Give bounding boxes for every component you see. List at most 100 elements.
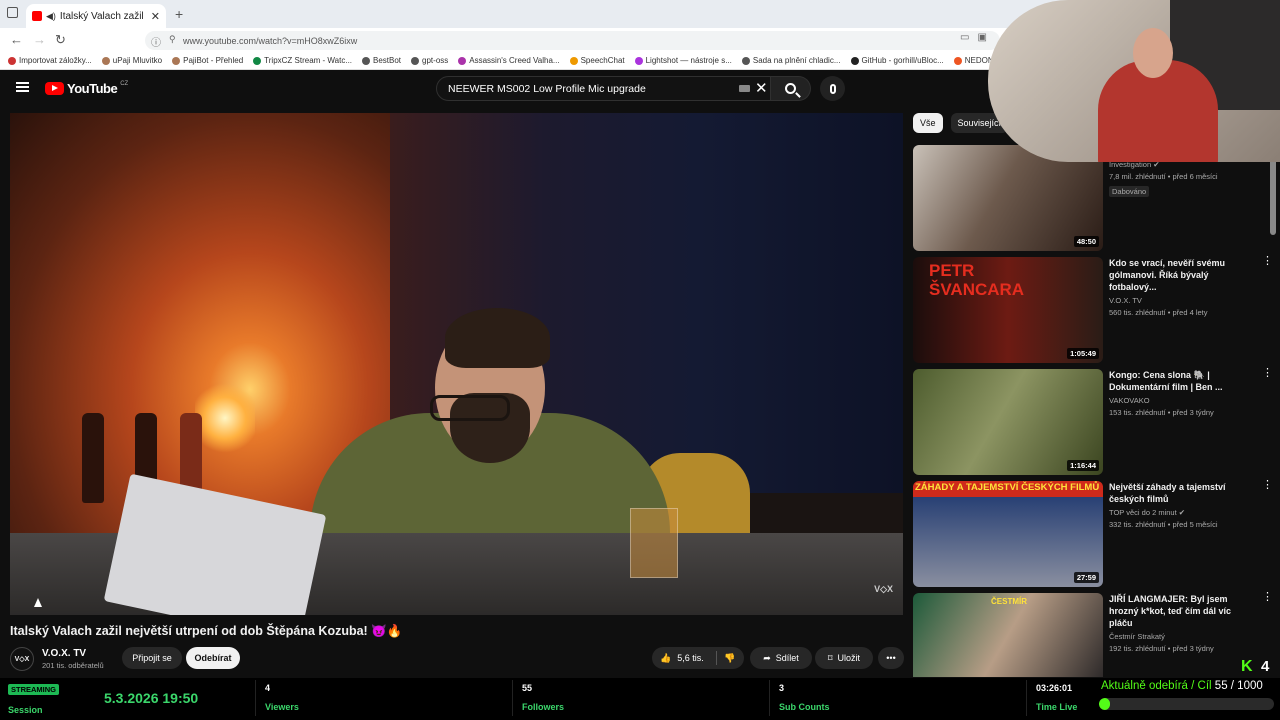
recommendation-title[interactable]: Kdo se vrací, nevěří svému gólmanovi. Ří… xyxy=(1109,257,1254,293)
share-icon: ➦ xyxy=(763,652,771,663)
more-actions-button[interactable]: ••• xyxy=(878,647,904,669)
followers-label: Followers xyxy=(522,702,565,712)
site-info-icon[interactable]: ⓘ xyxy=(151,34,161,49)
search-button[interactable] xyxy=(771,76,811,101)
video-thumbnail[interactable]: 1:16:44 xyxy=(913,369,1103,475)
session-label: Session xyxy=(8,705,43,715)
recommendation-title[interactable]: JIŘÍ LANGMAJER: Byl jsem hrozný k*kot, t… xyxy=(1109,593,1254,629)
mouse-cursor-icon xyxy=(34,598,42,607)
sub-counts-value: 3 xyxy=(779,683,785,693)
tab-search-icon[interactable] xyxy=(7,7,18,18)
search-input[interactable]: NEEWER MS002 Low Profile Mic upgrade ✕ xyxy=(436,76,771,101)
duration-badge: 48:50 xyxy=(1073,236,1099,247)
channel-name[interactable]: V.O.X. TV xyxy=(42,648,86,659)
more-options-icon[interactable]: ⋮ xyxy=(1262,592,1273,603)
youtube-logo[interactable]: YouTube CZ xyxy=(45,81,128,96)
bookmark-item[interactable]: Sada na plnění chladic... xyxy=(741,56,841,65)
bookmark-icon xyxy=(172,56,181,65)
duration-badge: 1:16:44 xyxy=(1067,460,1099,471)
back-icon[interactable]: ← xyxy=(10,32,23,47)
url-field[interactable]: ⓘ ⚲ www.youtube.com/watch?v=mHO8xwZ6ixw xyxy=(145,31,1000,50)
tab-title: Italský Valach zažil největší xyxy=(59,10,147,22)
video-title: Italský Valach zažil největší utrpení od… xyxy=(10,624,403,638)
bookmark-item[interactable]: TripxCZ Stream - Watc... xyxy=(253,56,352,65)
globe-icon xyxy=(411,56,420,65)
speaker-icon[interactable]: ◀) xyxy=(46,11,56,22)
thumbnail-text: PETR ŠVANCARA xyxy=(929,261,1025,299)
thumbs-up-icon: 👍 xyxy=(660,652,672,663)
cast-icon[interactable]: ▭ xyxy=(960,32,969,43)
forward-icon[interactable]: → xyxy=(33,32,46,47)
recommendation-channel[interactable]: V.O.X. TV xyxy=(1109,296,1254,305)
recommendation-meta: 192 tis. zhlédnutí • před 3 týdny xyxy=(1109,644,1214,653)
voice-search-button[interactable] xyxy=(820,76,845,101)
recommendation-item[interactable]: ČESTMÍR JIŘÍ LANGMAJER: Byl jsem hrozný … xyxy=(913,592,1273,677)
like-button[interactable]: 👍 5,6 tis. 👎 xyxy=(652,647,744,669)
microphone-icon xyxy=(829,83,836,94)
kick-logo-icon: K xyxy=(1241,658,1253,675)
more-options-icon[interactable]: ⋮ xyxy=(1262,480,1273,491)
recommendation-item[interactable]: 1:16:44 Kongo: Cena slona 🐘 | Dokumentár… xyxy=(913,368,1273,475)
more-options-icon[interactable]: ⋮ xyxy=(1262,368,1273,379)
reload-icon[interactable]: ↻ xyxy=(55,32,66,48)
sidebar-scrollbar[interactable] xyxy=(1270,150,1276,235)
menu-icon[interactable] xyxy=(16,82,29,92)
new-tab-icon[interactable]: + xyxy=(175,6,183,22)
like-count: 5,6 tis. xyxy=(677,653,704,663)
bookmark-item[interactable]: Importovat záložky... xyxy=(8,56,92,65)
chip-all[interactable]: Vše xyxy=(913,113,943,133)
sub-goal-progress-fill xyxy=(1099,698,1110,710)
filter-chips: Vše Související xyxy=(913,113,1009,133)
bookmark-item[interactable]: Lightshot — nástroje s... xyxy=(634,56,732,65)
keyboard-icon[interactable] xyxy=(739,85,750,92)
browser-tab-active[interactable]: ◀) Italský Valach zažil největší ✕ xyxy=(26,4,166,28)
recommendation-item[interactable]: PETR ŠVANCARA 1:05:49 Kdo se vrací, nevě… xyxy=(913,256,1273,363)
search-icon xyxy=(785,83,796,94)
share-button[interactable]: ➦ Sdílet xyxy=(750,647,812,669)
bookmark-icon xyxy=(569,56,578,65)
duration-badge: 27:59 xyxy=(1073,572,1099,583)
bookmark-item[interactable]: BestBot xyxy=(362,56,401,65)
video-player[interactable]: V◇X xyxy=(10,113,903,615)
recommendation-channel[interactable]: Čestmír Strakatý xyxy=(1109,632,1254,641)
recommendation-item[interactable]: ZÁHADY A TAJEMSTVÍ ČESKÝCH FILMŮ 27:59 N… xyxy=(913,480,1273,587)
bookmark-item[interactable]: uPaji Mluvitko xyxy=(101,56,162,65)
bookmark-item[interactable]: PajiBot - Přehled xyxy=(172,56,243,65)
search-query-text: NEEWER MS002 Low Profile Mic upgrade xyxy=(448,82,646,95)
channel-avatar[interactable]: V◇X xyxy=(10,647,34,671)
time-live-value: 03:26:01 xyxy=(1036,683,1073,693)
tab-close-icon[interactable]: ✕ xyxy=(151,10,160,23)
video-watermark: V◇X xyxy=(874,584,893,594)
subscriber-count: 201 tis. odběratelů xyxy=(42,661,104,670)
thumbs-down-icon[interactable]: 👎 xyxy=(724,653,735,664)
recommendation-channel[interactable]: VAKOVAKO xyxy=(1109,396,1254,405)
save-button[interactable]: ⌑ Uložit xyxy=(815,647,873,669)
streaming-badge: STREAMING xyxy=(8,684,59,695)
video-thumbnail[interactable]: ZÁHADY A TAJEMSTVÍ ČESKÝCH FILMŮ 27:59 xyxy=(913,481,1103,587)
clear-search-icon[interactable]: ✕ xyxy=(755,79,768,97)
join-button[interactable]: Připojit se xyxy=(122,647,182,669)
video-thumbnail[interactable]: ČESTMÍR xyxy=(913,593,1103,677)
tune-icon[interactable]: ⚲ xyxy=(169,34,176,45)
github-icon xyxy=(850,56,859,65)
youtube-favicon-icon xyxy=(32,11,42,21)
sub-goal-label: Aktuálně odebírá / Cíl xyxy=(1101,680,1212,692)
recommendation-channel[interactable]: TOP věci do 2 minut xyxy=(1109,508,1177,517)
globe-icon xyxy=(362,56,371,65)
session-datetime: 5.3.2026 19:50 xyxy=(104,690,199,706)
bookmark-item[interactable]: gpt-oss xyxy=(411,56,448,65)
bookmark-item[interactable]: Assassin's Creed Valha... xyxy=(458,56,560,65)
more-options-icon[interactable]: ⋮ xyxy=(1262,256,1273,267)
bookmark-item[interactable]: SpeechChat xyxy=(569,56,625,65)
verified-icon: ✔ xyxy=(1178,508,1186,517)
recommendation-title[interactable]: Kongo: Cena slona 🐘 | Dokumentární film … xyxy=(1109,369,1254,393)
sub-goal-value: 55 / 1000 xyxy=(1214,680,1263,692)
duration-badge: 1:05:49 xyxy=(1067,348,1099,359)
video-thumbnail[interactable]: PETR ŠVANCARA 1:05:49 xyxy=(913,257,1103,363)
recommendation-title[interactable]: Největší záhady a tajemství českých film… xyxy=(1109,481,1254,505)
webcam-overlay xyxy=(988,0,1280,162)
bookmark-item[interactable]: GitHub - gorhill/uBloc... xyxy=(850,56,944,65)
subscribe-button[interactable]: Odebírat xyxy=(186,647,240,669)
screenshot-icon[interactable]: ▣ xyxy=(977,32,986,43)
bookmark-icon xyxy=(634,56,643,65)
